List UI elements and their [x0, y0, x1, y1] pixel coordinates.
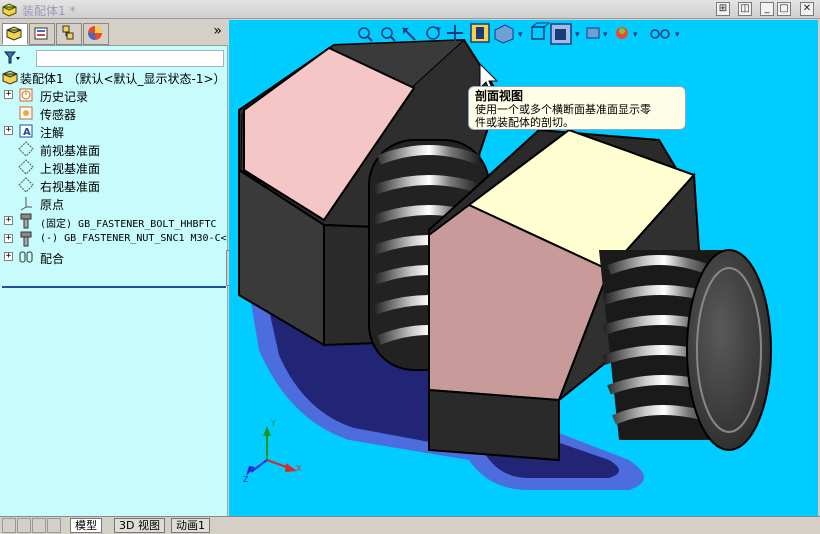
- tree-item-nut[interactable]: + (-) GB_FASTENER_NUT_SNC1 M30-C<: [0, 230, 228, 248]
- origin-icon: [20, 197, 32, 211]
- svg-text:X: X: [296, 464, 302, 473]
- rollback-bar[interactable]: [2, 286, 226, 288]
- dropdown-arrow-icon[interactable]: ▾: [575, 30, 580, 40]
- maximize-button[interactable]: □: [777, 2, 791, 16]
- plane-icon: [18, 141, 34, 157]
- tree-item-label: (固定) GB_FASTENER_BOLT_HHBFTC: [40, 219, 217, 230]
- plane-icon: [18, 159, 34, 175]
- tree-item-sensors[interactable]: 传感器: [0, 104, 228, 122]
- tooltip-body-line2: 件或装配体的剖切。: [475, 116, 574, 129]
- filter-bar: [0, 48, 228, 68]
- tab-3d-view[interactable]: 3D 视图: [114, 518, 165, 533]
- expand-toggle[interactable]: +: [4, 90, 13, 99]
- tree-item-label: 配合: [40, 252, 65, 266]
- svg-text:A: A: [23, 127, 31, 138]
- bolt-thread-end: [599, 249, 772, 451]
- assembly-icon: [2, 70, 18, 85]
- dropdown-arrow-icon[interactable]: ▾: [675, 30, 680, 40]
- zoom-to-fit-icon[interactable]: [358, 27, 373, 42]
- annotation-icon: A: [19, 124, 33, 138]
- scroll-last-icon[interactable]: [47, 518, 61, 533]
- assembly-tree-icon: [6, 26, 22, 41]
- dropdown-arrow-icon[interactable]: ▾: [518, 30, 523, 40]
- tile-window-icon[interactable]: ⊞: [716, 2, 730, 16]
- axis-triad-icon: Y X Z: [243, 419, 302, 484]
- feature-manager-panel: » 装配体1 （默认<默认_显示状态-1>） + 历史记录 传感器 + A 注解…: [0, 20, 228, 516]
- section-view-tooltip: 剖面视图 使用一个或多个横断面基准面显示零 件或装配体的剖切。: [468, 86, 686, 130]
- property-manager-tab[interactable]: [29, 23, 55, 45]
- heads-up-view-toolbar: ▾ ▾ ▾ ▾ ▾: [358, 22, 680, 45]
- scroll-prev-icon[interactable]: [17, 518, 31, 533]
- tooltip-body-line1: 使用一个或多个横断面基准面显示零: [475, 103, 651, 116]
- tree-item-label: 注解: [40, 126, 65, 140]
- display-style-wireframe-icon[interactable]: [530, 22, 551, 40]
- window-title: 装配体1 *: [22, 4, 76, 18]
- close-button[interactable]: ✕: [800, 2, 814, 16]
- history-icon: [19, 88, 33, 102]
- display-manager-tab[interactable]: [83, 23, 109, 45]
- hide-show-items-icon[interactable]: [586, 27, 600, 39]
- display-style-shaded-icon[interactable]: [550, 23, 572, 45]
- view-settings-icon[interactable]: [650, 29, 670, 39]
- tree-item-label: 历史记录: [40, 90, 89, 104]
- zoom-area-icon[interactable]: [381, 27, 396, 42]
- mates-icon: [19, 251, 33, 263]
- tree-item-label: 前视基准面: [40, 144, 101, 158]
- tree-item-annotations[interactable]: + A 注解: [0, 122, 228, 140]
- expand-panel-icon[interactable]: »: [213, 23, 222, 39]
- tab-model[interactable]: 模型: [70, 518, 102, 533]
- featuremanager-tab[interactable]: [2, 23, 28, 45]
- filter-icon[interactable]: [4, 51, 20, 65]
- feature-tree: 装配体1 （默认<默认_显示状态-1>） + 历史记录 传感器 + A 注解 前…: [0, 68, 228, 266]
- title-bar: 装配体1 * ⊞ ◫ _ □ ✕: [0, 0, 820, 19]
- sensor-icon: [19, 106, 33, 120]
- assembly-icon: [2, 3, 17, 17]
- dropdown-arrow-icon[interactable]: ▾: [633, 30, 638, 40]
- expand-toggle[interactable]: +: [4, 234, 13, 243]
- expand-toggle[interactable]: +: [4, 252, 13, 261]
- tree-item-label: 原点: [40, 198, 65, 212]
- tab-motion-study[interactable]: 动画1: [171, 518, 210, 533]
- bolt-part-icon: [20, 213, 32, 229]
- section-view-icon[interactable]: [470, 23, 490, 43]
- tooltip-title: 剖面视图: [475, 89, 524, 103]
- scroll-next-icon[interactable]: [32, 518, 46, 533]
- tree-item-front-plane[interactable]: 前视基准面: [0, 140, 228, 158]
- tree-item-label: (-) GB_FASTENER_NUT_SNC1 M30-C<: [40, 233, 227, 244]
- bottom-tab-bar: 模型 3D 视图 动画1: [0, 516, 820, 534]
- configuration-manager-tab[interactable]: [56, 23, 82, 45]
- appearance-icon: [88, 26, 102, 40]
- minimize-button[interactable]: _: [760, 2, 774, 16]
- split-window-icon[interactable]: ◫: [738, 2, 752, 16]
- tree-item-label: 右视基准面: [40, 180, 101, 194]
- tree-item-origin[interactable]: 原点: [0, 194, 228, 212]
- expand-toggle[interactable]: +: [4, 126, 13, 135]
- filter-input[interactable]: [36, 50, 224, 67]
- tree-item-label: 上视基准面: [40, 162, 101, 176]
- tree-item-right-plane[interactable]: 右视基准面: [0, 176, 228, 194]
- panel-tab-bar: »: [0, 20, 228, 46]
- edit-appearance-icon[interactable]: [616, 27, 628, 39]
- pan-icon[interactable]: [447, 25, 463, 41]
- previous-view-icon[interactable]: [402, 27, 416, 41]
- tree-item-label: 传感器: [40, 108, 77, 122]
- tree-root-label: 装配体1 （默认<默认_显示状态-1>）: [20, 72, 226, 86]
- configuration-icon: [62, 25, 74, 40]
- svg-text:Z: Z: [243, 475, 249, 484]
- svg-text:Y: Y: [270, 419, 276, 428]
- plane-icon: [18, 177, 34, 193]
- tree-item-mates[interactable]: + 配合: [0, 248, 228, 266]
- tree-root[interactable]: 装配体1 （默认<默认_显示状态-1>）: [0, 68, 228, 86]
- tree-item-bolt[interactable]: + (固定) GB_FASTENER_BOLT_HHBFTC: [0, 212, 228, 230]
- property-icon: [34, 27, 48, 40]
- expand-toggle[interactable]: +: [4, 216, 13, 225]
- scroll-first-icon[interactable]: [2, 518, 16, 533]
- view-orientation-icon[interactable]: [494, 24, 514, 44]
- dropdown-arrow-icon[interactable]: ▾: [603, 30, 608, 40]
- tree-item-history[interactable]: + 历史记录: [0, 86, 228, 104]
- rotate-view-icon[interactable]: [426, 26, 441, 40]
- nut-part-icon: [20, 231, 32, 247]
- tree-item-top-plane[interactable]: 上视基准面: [0, 158, 228, 176]
